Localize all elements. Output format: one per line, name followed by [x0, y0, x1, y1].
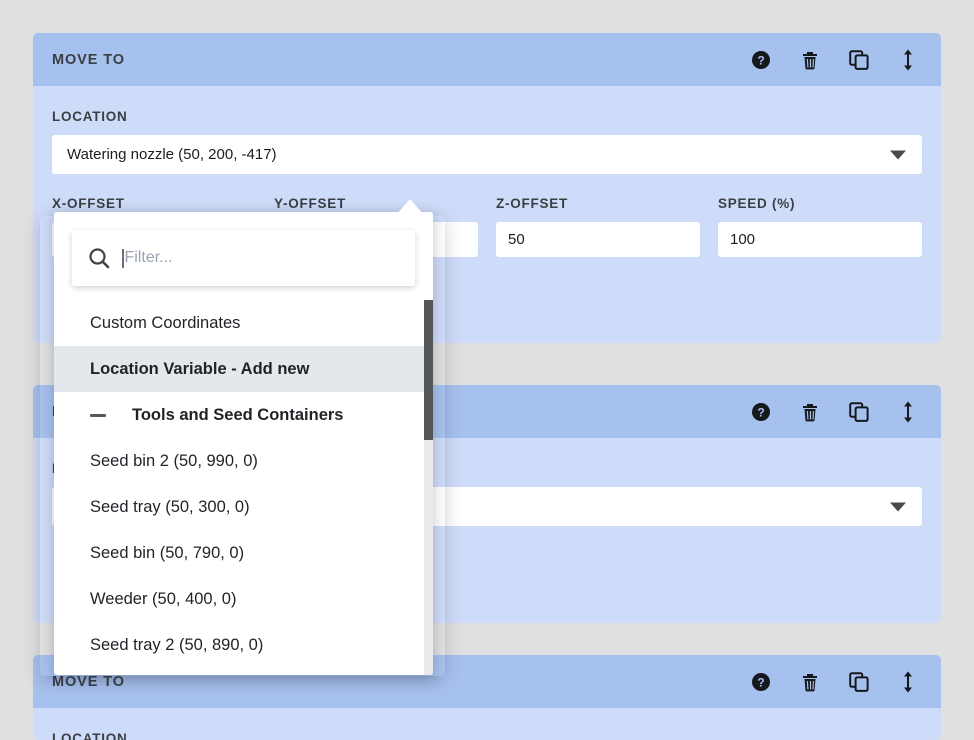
location-select[interactable]: Watering nozzle (50, 200, -417): [52, 135, 922, 174]
location-label: LOCATION: [52, 109, 922, 124]
speed-label: SPEED (%): [718, 196, 922, 211]
copy-icon[interactable]: [848, 49, 870, 71]
help-circle-icon[interactable]: ?: [750, 671, 772, 693]
dropdown-option-seed-bin[interactable]: Seed bin (50, 790, 0): [54, 530, 433, 576]
copy-icon[interactable]: [848, 401, 870, 423]
dropdown-option-seed-bin-2[interactable]: Seed bin 2 (50, 990, 0): [54, 438, 433, 484]
svg-text:?: ?: [757, 405, 764, 419]
svg-text:?: ?: [757, 53, 764, 67]
dropdown-group-label: Tools and Seed Containers: [132, 402, 343, 428]
sequence-editor-page: MOVE TO ? LOCATION Watering nozzle (50,: [0, 0, 974, 740]
dropdown-option-list: Custom Coordinates Location Variable - A…: [54, 286, 433, 675]
y-offset-label: Y-OFFSET: [274, 196, 478, 211]
dropdown-option-weeder[interactable]: Weeder (50, 400, 0): [54, 576, 433, 622]
minus-icon: [90, 414, 106, 417]
location-label: LOCATION: [52, 731, 922, 740]
location-dropdown-panel: Filter... Custom Coordinates Location Va…: [54, 212, 433, 675]
text-cursor: [122, 249, 124, 268]
dropdown-search-wrap: Filter...: [54, 212, 433, 286]
chevron-down-icon: [890, 502, 906, 511]
trash-icon[interactable]: [799, 671, 821, 693]
help-circle-icon[interactable]: ?: [750, 401, 772, 423]
dropdown-search-box[interactable]: Filter...: [72, 230, 415, 286]
z-offset-label: Z-OFFSET: [496, 196, 700, 211]
speed-field: SPEED (%) 100: [718, 196, 922, 257]
card-title: MOVE TO: [52, 674, 750, 690]
up-down-arrow-icon[interactable]: [897, 49, 919, 71]
dropdown-group-tools-and-seed-containers[interactable]: Tools and Seed Containers: [54, 392, 433, 438]
dropdown-option-seed-tray-2[interactable]: Seed tray 2 (50, 890, 0): [54, 622, 433, 668]
dropdown-scrollbar[interactable]: [424, 300, 433, 675]
svg-text:?: ?: [757, 675, 764, 689]
card-header-actions: ?: [750, 49, 923, 71]
chevron-down-icon: [890, 150, 906, 159]
help-circle-icon[interactable]: ?: [750, 49, 772, 71]
dropdown-option-custom-coordinates[interactable]: Custom Coordinates: [54, 300, 433, 346]
trash-icon[interactable]: [799, 49, 821, 71]
location-select-value: Watering nozzle (50, 200, -417): [67, 146, 277, 163]
z-offset-input[interactable]: 50: [496, 222, 700, 257]
up-down-arrow-icon[interactable]: [897, 671, 919, 693]
card-header: MOVE TO ?: [33, 33, 941, 86]
card-header-actions: ?: [750, 671, 923, 693]
card-header-actions: ?: [750, 401, 923, 423]
x-offset-label: X-OFFSET: [52, 196, 256, 211]
z-offset-field: Z-OFFSET 50: [496, 196, 700, 257]
filter-input[interactable]: Filter...: [122, 230, 399, 286]
card-title: MOVE TO: [52, 52, 750, 68]
search-icon: [88, 247, 110, 269]
dropdown-option-seed-tray[interactable]: Seed tray (50, 300, 0): [54, 484, 433, 530]
filter-placeholder: Filter...: [125, 249, 173, 267]
dropdown-option-location-variable-add-new[interactable]: Location Variable - Add new: [54, 346, 433, 392]
card-body: LOCATION: [33, 708, 941, 740]
speed-input[interactable]: 100: [718, 222, 922, 257]
up-down-arrow-icon[interactable]: [897, 401, 919, 423]
trash-icon[interactable]: [799, 401, 821, 423]
copy-icon[interactable]: [848, 671, 870, 693]
dropdown-scrollbar-thumb[interactable]: [424, 300, 433, 440]
